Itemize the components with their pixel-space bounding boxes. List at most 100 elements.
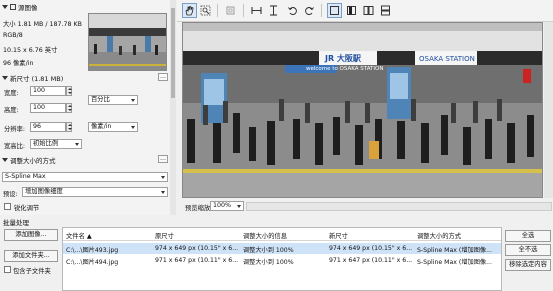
source-thumbnail[interactable] xyxy=(88,13,167,71)
column-header-resize-info[interactable]: 调整大小的信息 xyxy=(243,231,287,240)
source-size: 大小 1.81 MB / 187.78 KB xyxy=(3,21,82,28)
welcome-sign: welcome to OSAKA STATION xyxy=(306,66,383,72)
sharpen-checkbox[interactable] xyxy=(4,203,11,210)
station-photo: welcome to OSAKA STATION JR 大阪駅 OSAKA ST… xyxy=(183,23,542,197)
table-row[interactable]: C:\...\图片494.jpg 971 x 647 px (10.11" x … xyxy=(63,255,501,266)
preset-dropdown[interactable]: 增加图像细度 xyxy=(22,187,168,197)
cell-new-size: 971 x 647 px (10.11" x 6... xyxy=(329,257,413,264)
batch-file-table: 文件名 ▲ 原尺寸 调整大小的信息 新尺寸 调整大小的方式 C:\...\图片4… xyxy=(62,227,502,291)
resolution-stepper[interactable] xyxy=(66,122,72,132)
height-label: 高度: xyxy=(4,107,19,114)
source-dimensions: 10.15 x 6.76 英寸 xyxy=(3,47,58,54)
zoom-dropdown[interactable]: 100% xyxy=(210,201,244,211)
cell-filename: C:\...\图片493.jpg xyxy=(66,247,119,254)
cell-resize-info: 调整大小到 100% xyxy=(243,247,294,254)
aspect-value: 初始比例 xyxy=(33,140,59,147)
settings-panel: 源图像 大小 1.81 MB / 187.78 KB RGB/8 10.15 x… xyxy=(0,0,176,215)
toolbar-separator xyxy=(243,4,244,17)
rotate-right-icon xyxy=(305,7,314,15)
table-header: 文件名 ▲ 原尺寸 调整大小的信息 新尺寸 调整大小的方式 xyxy=(63,228,501,241)
chevron-down-icon xyxy=(75,143,79,146)
image-icon xyxy=(10,3,16,10)
resolution-input[interactable]: 96 xyxy=(30,122,66,132)
cell-resize-method: S-Spline Max (增加图像... xyxy=(417,247,492,254)
split-vertical-icon xyxy=(347,6,356,15)
table-row[interactable]: C:\...\图片493.jpg 974 x 649 px (10.15" x … xyxy=(63,243,501,254)
new-size-section-title: 新尺寸 (1.81 MB) xyxy=(10,74,64,83)
zoom-select-button[interactable] xyxy=(198,3,213,18)
hand-icon xyxy=(185,5,194,16)
source-resolution: 96 像素/in xyxy=(3,60,34,67)
column-header-filename[interactable]: 文件名 ▲ xyxy=(66,231,92,240)
rotate-left-button[interactable] xyxy=(285,3,300,18)
new-size-section-header[interactable]: 新尺寸 (1.81 MB) xyxy=(2,73,64,83)
cell-original-size: 971 x 647 px (10.11" x 6... xyxy=(155,257,239,264)
height-stepper[interactable] xyxy=(66,103,72,113)
station-sign-jp: JR 大阪駅 xyxy=(324,53,362,63)
toolbar xyxy=(177,0,553,22)
preview-vertical-scrollbar[interactable] xyxy=(544,22,553,198)
scrollbar-thumb[interactable] xyxy=(171,8,175,98)
width-stepper[interactable] xyxy=(66,86,72,96)
collapse-triangle-icon xyxy=(2,4,8,9)
preset-value: 增加图像细度 xyxy=(25,188,63,195)
size-unit-dropdown[interactable]: 百分比 xyxy=(88,95,138,105)
source-section-header[interactable]: 源图像 xyxy=(2,2,38,12)
thumbnail-image xyxy=(89,14,166,70)
single-view-button[interactable] xyxy=(327,3,342,18)
cell-filename: C:\...\图片494.jpg xyxy=(66,259,119,266)
column-header-original-size[interactable]: 原尺寸 xyxy=(155,231,174,240)
resolution-unit-value: 像素/in xyxy=(91,123,112,130)
new-size-options-button[interactable]: … xyxy=(158,73,168,81)
chevron-down-icon xyxy=(131,126,135,129)
resample-method-dropdown[interactable]: S-Spline Max xyxy=(2,172,168,182)
width-label: 宽度: xyxy=(4,90,19,97)
rotate-right-button[interactable] xyxy=(302,3,317,18)
resample-section-header[interactable]: 调整大小的方式 xyxy=(2,155,56,165)
fit-width-button[interactable] xyxy=(249,3,264,18)
preview-image[interactable]: welcome to OSAKA STATION JR 大阪駅 OSAKA ST… xyxy=(182,22,543,198)
include-subfolders-label: 包含子文件夹 xyxy=(13,268,51,275)
zoom-bar: 预览缩放: 100% xyxy=(182,200,553,214)
toolbar-separator xyxy=(217,4,218,17)
add-folder-button[interactable]: 添加文件夹... xyxy=(4,250,58,262)
split-dual-button[interactable] xyxy=(361,3,376,18)
width-input[interactable]: 100 xyxy=(30,86,66,96)
split-horizontal-icon xyxy=(381,5,390,16)
chevron-down-icon xyxy=(237,205,241,208)
split-horizontal-button[interactable] xyxy=(378,3,393,18)
settings-scrollbar[interactable] xyxy=(170,0,176,215)
remove-selected-button[interactable]: 移除选定内容 xyxy=(505,259,551,271)
height-input[interactable]: 100 xyxy=(30,103,66,113)
source-section-title: 源图像 xyxy=(18,3,38,12)
include-subfolders-checkbox[interactable] xyxy=(4,266,11,273)
column-header-new-size[interactable]: 新尺寸 xyxy=(329,231,348,240)
rotate-left-icon xyxy=(288,7,297,15)
deselect-all-button[interactable]: 全不选 xyxy=(505,244,551,256)
cell-new-size: 974 x 649 px (10.15" x 6... xyxy=(329,245,413,252)
select-all-button[interactable]: 全选 xyxy=(505,230,551,242)
aspect-dropdown[interactable]: 初始比例 xyxy=(30,139,82,149)
resample-options-button[interactable]: … xyxy=(158,155,168,163)
size-unit-value: 百分比 xyxy=(91,96,110,103)
chevron-down-icon xyxy=(161,191,165,194)
split-vertical-button[interactable] xyxy=(344,3,359,18)
add-images-button[interactable]: 添加图像... xyxy=(4,229,58,241)
fit-height-icon xyxy=(270,5,277,16)
station-sign-en: OSAKA STATION xyxy=(419,55,475,63)
resample-method-value: S-Spline Max xyxy=(5,173,46,180)
resolution-label: 分辨率: xyxy=(4,126,26,133)
fit-height-button[interactable] xyxy=(266,3,281,18)
collapse-triangle-icon xyxy=(2,157,8,162)
resolution-unit-dropdown[interactable]: 像素/in xyxy=(88,122,138,132)
column-header-resize-method[interactable]: 调整大小的方式 xyxy=(417,231,461,240)
crop-button[interactable] xyxy=(223,3,238,18)
chevron-down-icon xyxy=(161,176,165,179)
source-mode: RGB/8 xyxy=(3,32,23,39)
collapse-triangle-icon xyxy=(2,75,8,80)
hand-tool-button[interactable] xyxy=(182,3,197,18)
single-view-icon xyxy=(330,6,339,15)
aspect-label: 宽高比: xyxy=(4,143,26,150)
cell-resize-info: 调整大小到 100% xyxy=(243,259,294,266)
preview-horizontal-scrollbar[interactable] xyxy=(246,202,552,211)
